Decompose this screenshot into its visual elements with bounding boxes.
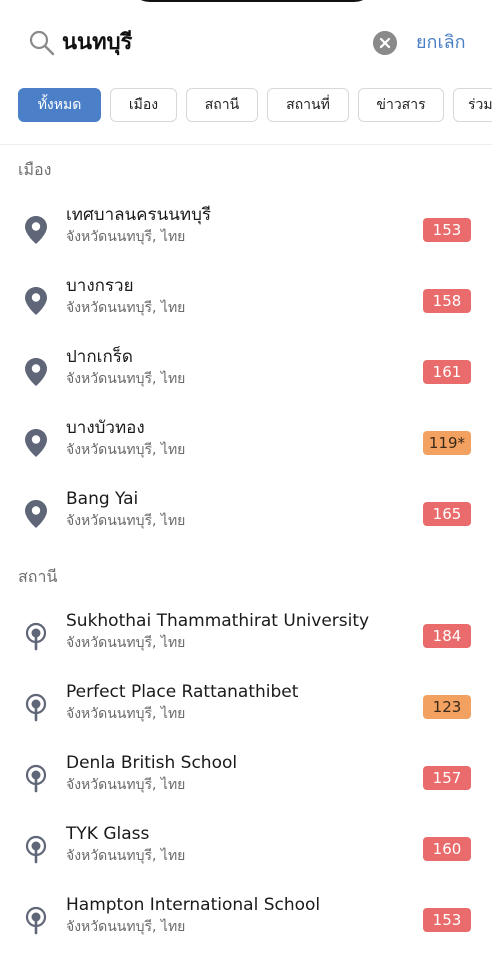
device-notch (128, 0, 376, 2)
item-title: Perfect Place Rattanathibet (66, 682, 299, 702)
aqi-badge: 184 (423, 624, 471, 648)
aqi-badge: 158 (423, 289, 471, 313)
aqi-badge: 165 (423, 502, 471, 526)
list-item[interactable]: Perfect Place Rattanathibet จังหวัดนนทบุ… (0, 671, 492, 742)
item-region: จังหวัดนนทบุรี, ไทย (66, 513, 186, 529)
location-pin-icon (25, 216, 47, 244)
list-item[interactable]: Bang Yai จังหวัดนนทบุรี, ไทย 165 (0, 478, 492, 549)
search-icon (29, 30, 55, 56)
aqi-badge: 157 (423, 766, 471, 790)
list-item[interactable]: บางบัวทอง จังหวัดนนทบุรี, ไทย 119* (0, 407, 492, 478)
item-region: จังหวัดนนทบุรี, ไทย (66, 706, 186, 722)
item-title: บางบัวทอง (66, 418, 145, 438)
aqi-badge: 119* (423, 431, 471, 455)
item-title: ปากเกร็ด (66, 347, 133, 367)
item-title: TYK Glass (66, 824, 150, 844)
divider (0, 144, 492, 145)
search-bar: นนทบุรี ยกเลิก (0, 20, 492, 66)
clear-search-button[interactable] (373, 31, 397, 55)
item-region: จังหวัดนนทบุรี, ไทย (66, 848, 186, 864)
aqi-badge: 161 (423, 360, 471, 384)
list-item[interactable]: เทศบาลนครนนทบุรี จังหวัดนนทบุรี, ไทย 153 (0, 194, 492, 265)
item-region: จังหวัดนนทบุรี, ไทย (66, 442, 186, 458)
item-title: บางกรวย (66, 276, 134, 296)
station-broadcast-icon (25, 693, 47, 722)
item-title: Sukhothai Thammathirat University (66, 611, 370, 631)
location-pin-icon (25, 287, 47, 315)
filter-tab-news[interactable]: ข่าวสาร (358, 88, 444, 122)
filter-tabs: ทั้งหมด เมือง สถานี สถานที่ ข่าวสาร ร่วม (0, 88, 492, 124)
location-pin-icon (25, 429, 47, 457)
cancel-button[interactable]: ยกเลิก (416, 30, 466, 56)
item-title: Denla British School (66, 753, 238, 773)
list-item[interactable]: Sukhothai Thammathirat University จังหวั… (0, 600, 492, 671)
item-title: Bang Yai (66, 489, 139, 509)
section-header-cities: เมือง (18, 160, 52, 179)
item-title: Hampton International School (66, 895, 321, 915)
list-item[interactable]: TYK Glass จังหวัดนนทบุรี, ไทย 160 (0, 813, 492, 884)
list-item[interactable]: Denla British School จังหวัดนนทบุรี, ไทย… (0, 742, 492, 813)
filter-tab-cities[interactable]: เมือง (110, 88, 177, 122)
aqi-badge: 123 (423, 695, 471, 719)
station-broadcast-icon (25, 622, 47, 651)
item-region: จังหวัดนนทบุรี, ไทย (66, 777, 186, 793)
item-region: จังหวัดนนทบุรี, ไทย (66, 635, 186, 651)
filter-tab-all[interactable]: ทั้งหมด (18, 88, 101, 122)
item-region: จังหวัดนนทบุรี, ไทย (66, 371, 186, 387)
item-region: จังหวัดนนทบุรี, ไทย (66, 919, 186, 935)
filter-tab-places[interactable]: สถานที่ (267, 88, 349, 122)
list-item[interactable]: ปากเกร็ด จังหวัดนนทบุรี, ไทย 161 (0, 336, 492, 407)
item-region: จังหวัดนนทบุรี, ไทย (66, 300, 186, 316)
filter-tab-stations[interactable]: สถานี (186, 88, 258, 122)
station-broadcast-icon (25, 764, 47, 793)
aqi-badge: 160 (423, 837, 471, 861)
list-item[interactable]: บางกรวย จังหวัดนนทบุรี, ไทย 158 (0, 265, 492, 336)
section-header-stations: สถานี (18, 567, 58, 586)
item-title: เทศบาลนครนนทบุรี (66, 205, 212, 225)
search-input[interactable]: นนทบุรี (62, 28, 132, 58)
list-item[interactable]: Hampton International School จังหวัดนนทบ… (0, 884, 492, 955)
aqi-badge: 153 (423, 908, 471, 932)
location-pin-icon (25, 500, 47, 528)
filter-tab-more[interactable]: ร่วม (453, 88, 492, 122)
location-pin-icon (25, 358, 47, 386)
station-broadcast-icon (25, 835, 47, 864)
item-region: จังหวัดนนทบุรี, ไทย (66, 229, 186, 245)
station-broadcast-icon (25, 906, 47, 935)
aqi-badge: 153 (423, 218, 471, 242)
